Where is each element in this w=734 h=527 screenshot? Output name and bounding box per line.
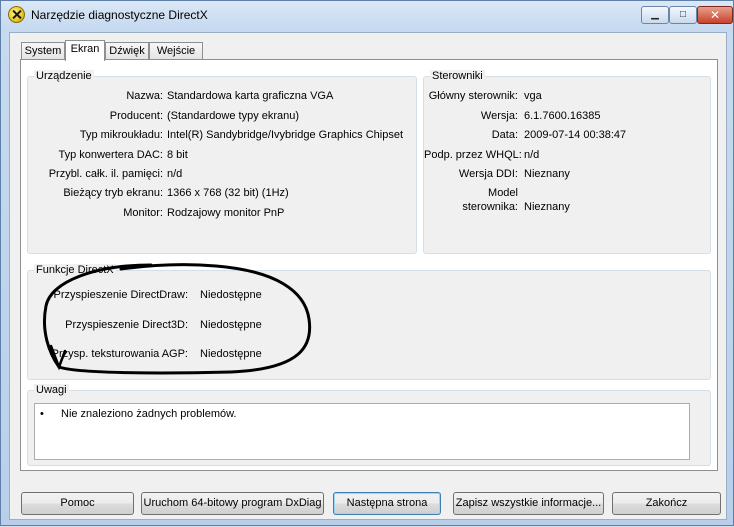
help-button[interactable]: Pomoc [21, 492, 134, 515]
driver-model-label-line1: Model [488, 187, 518, 199]
tab-panel: Urządzenie Nazwa: Standardowa karta graf… [20, 59, 718, 471]
notes-group-title: Uwagi [34, 384, 69, 396]
tab-input[interactable]: Wejście [149, 42, 203, 60]
notes-textbox[interactable]: • Nie znaleziono żadnych problemów. [34, 403, 690, 460]
device-chip-label: Typ mikroukładu: [79, 129, 163, 141]
device-name-value: Standardowa karta graficzna VGA [167, 90, 334, 102]
driver-date-label: Data: [491, 129, 518, 141]
driver-version-label: Wersja: [480, 110, 518, 122]
drivers-group: Sterowniki Główny sterownik: vga Wersja:… [423, 70, 711, 254]
client-area: System Ekran Dźwięk Wejście Urządzenie N… [9, 32, 727, 520]
device-name-label: Nazwa: [126, 90, 163, 102]
notes-bullet: • [40, 408, 44, 420]
device-group-title: Urządzenie [34, 70, 94, 82]
dxdiag-window: Narzędzie diagnostyczne DirectX ▁ □ ✕ Sy… [0, 0, 734, 526]
driver-model-label-line2: sterownika: [462, 201, 518, 213]
driver-whql-value: n/d [524, 149, 540, 161]
device-memory-label: Przybl. całk. il. pamięci: [48, 168, 163, 180]
save-all-info-button[interactable]: Zapisz wszystkie informacje... [453, 492, 604, 515]
feature-direct3d-label: Przyspieszenie Direct3D: [65, 319, 188, 331]
feature-direct3d-value: Niedostępne [200, 319, 262, 331]
driver-version-value: 6.1.7600.16385 [524, 110, 601, 122]
driver-date-value: 2009-07-14 00:38:47 [524, 129, 627, 141]
device-manufacturer-value: (Standardowe typy ekranu) [167, 110, 300, 122]
window-title: Narzędzie diagnostyczne DirectX [31, 8, 208, 22]
minimize-button[interactable]: ▁ [641, 6, 669, 24]
features-group-title: Funkcje DirectX [34, 264, 116, 276]
next-page-button[interactable]: Następna strona [333, 492, 441, 515]
driver-main-label: Główny sterownik: [428, 90, 518, 102]
tab-system[interactable]: System [21, 42, 65, 60]
maximize-button[interactable]: □ [669, 6, 697, 24]
device-monitor-label: Monitor: [123, 207, 163, 219]
exit-button[interactable]: Zakończ [612, 492, 721, 515]
device-manufacturer-label: Producent: [109, 110, 163, 122]
device-dac-value: 8 bit [167, 149, 188, 161]
driver-whql-label: Podp. przez WHQL: [424, 149, 522, 161]
feature-directdraw-label: Przyspieszenie DirectDraw: [53, 289, 188, 301]
feature-agp-label: Przysp. teksturowania AGP: [51, 348, 188, 360]
title-bar[interactable]: Narzędzie diagnostyczne DirectX ▁ □ ✕ [1, 1, 733, 31]
device-mode-value: 1366 x 768 (32 bit) (1Hz) [167, 187, 289, 199]
close-button[interactable]: ✕ [697, 6, 733, 24]
feature-directdraw-value: Niedostępne [200, 289, 262, 301]
features-group: Funkcje DirectX Przyspieszenie DirectDra… [27, 264, 711, 380]
tab-display[interactable]: Ekran [65, 40, 105, 61]
drivers-group-title: Sterowniki [430, 70, 485, 82]
notes-text: Nie znaleziono żadnych problemów. [61, 408, 237, 420]
device-chip-value: Intel(R) Sandybridge/Ivybridge Graphics … [167, 129, 404, 141]
run-64bit-dxdiag-button[interactable]: Uruchom 64-bitowy program DxDiag [141, 492, 324, 515]
tab-sound[interactable]: Dźwięk [105, 42, 149, 60]
notes-group: Uwagi • Nie znaleziono żadnych problemów… [27, 384, 711, 466]
device-monitor-value: Rodzajowy monitor PnP [167, 207, 285, 219]
driver-model-value: Nieznany [524, 201, 570, 213]
driver-ddi-label: Wersja DDI: [458, 168, 518, 180]
device-group: Urządzenie Nazwa: Standardowa karta graf… [27, 70, 417, 254]
driver-ddi-value: Nieznany [524, 168, 570, 180]
directx-icon [8, 6, 25, 23]
device-mode-label: Bieżący tryb ekranu: [63, 187, 163, 199]
device-dac-label: Typ konwertera DAC: [58, 149, 163, 161]
driver-main-value: vga [524, 90, 542, 102]
device-memory-value: n/d [167, 168, 183, 180]
feature-agp-value: Niedostępne [200, 348, 262, 360]
